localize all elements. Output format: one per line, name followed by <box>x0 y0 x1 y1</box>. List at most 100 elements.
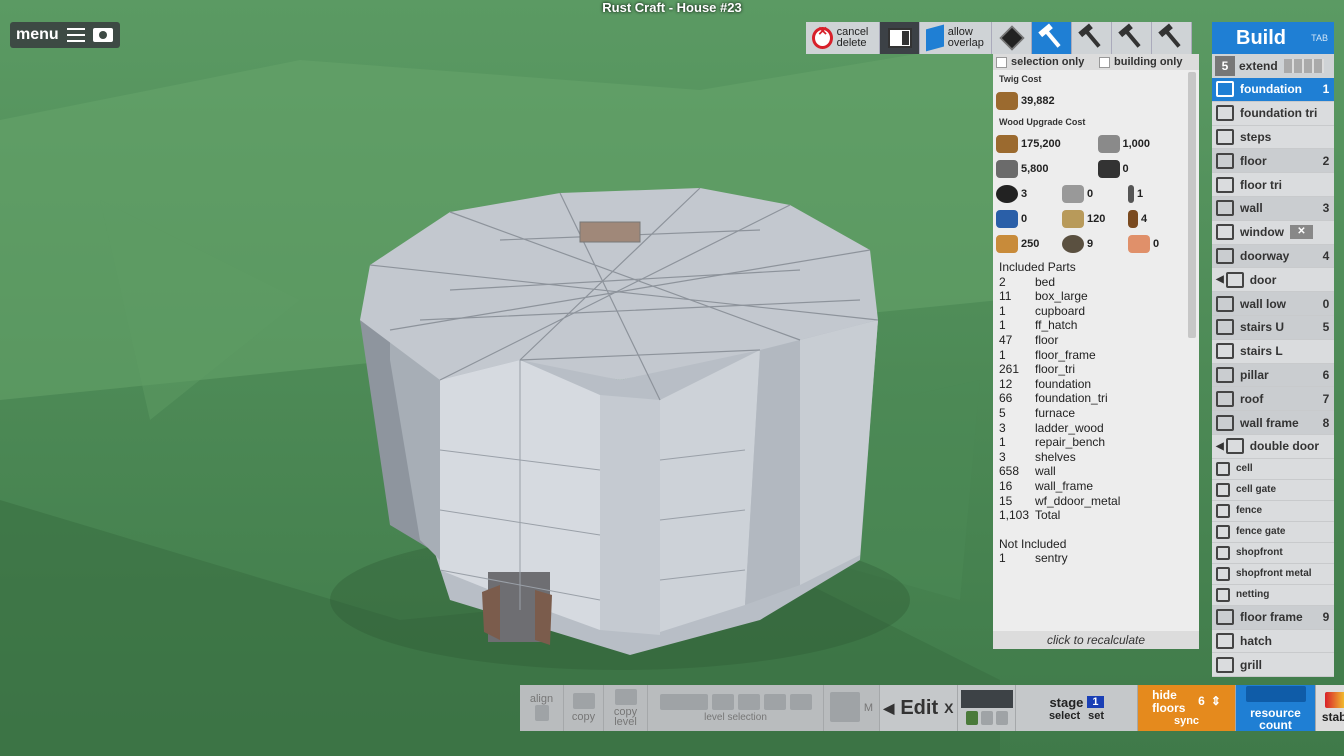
lock-icon[interactable] <box>980 710 993 725</box>
build-item-label: window <box>1240 225 1284 240</box>
cost-scrollbar[interactable] <box>1188 72 1196 338</box>
stage-control[interactable]: stage 1 select set <box>1016 685 1138 731</box>
part-name: wall_frame <box>1035 478 1094 493</box>
build-item-hatch[interactable]: hatch <box>1212 629 1334 654</box>
build-item-netting[interactable]: netting <box>1212 584 1334 606</box>
wall-icon <box>1216 200 1234 217</box>
stability-button[interactable]: stability <box>1316 685 1344 731</box>
part-qty: 66 <box>999 391 1013 406</box>
paint-tool-button[interactable] <box>1152 22 1192 54</box>
cube-outline-icon[interactable] <box>711 693 734 710</box>
cube-outline-icon[interactable] <box>737 693 760 710</box>
level-icon[interactable] <box>659 693 708 710</box>
part-qty: 658 <box>999 464 1020 479</box>
cube-outline-icon[interactable] <box>763 693 786 710</box>
wrench-tool-button[interactable] <box>1112 22 1152 54</box>
build-header[interactable]: Build TAB <box>1212 22 1334 54</box>
build-item-wall-low[interactable]: wall low 0 <box>1212 292 1334 316</box>
build-item-foundation-tri[interactable]: foundation tri <box>1212 101 1334 126</box>
align-button[interactable]: align <box>520 685 564 731</box>
build-item-fence[interactable]: fence <box>1212 500 1334 522</box>
chisel-tool-button[interactable] <box>1072 22 1112 54</box>
not-included-heading: Not Included <box>999 536 1067 551</box>
netting-icon <box>1216 587 1230 602</box>
hide-floors-label: hide floors <box>1152 687 1186 715</box>
wood-icon <box>996 91 1018 110</box>
build-item-floor-tri[interactable]: floor tri <box>1212 173 1334 197</box>
not-included-row: 1 sentry <box>999 551 1199 566</box>
build-item-label: wall low <box>1240 296 1287 311</box>
stairs-l-icon <box>1216 343 1234 360</box>
color-slot[interactable] <box>960 689 1013 708</box>
recalculate-button[interactable]: click to recalculate <box>993 631 1199 649</box>
build-item-label: floor tri <box>1240 177 1282 192</box>
selection-only-toggle[interactable]: selection only <box>993 56 1096 68</box>
extend-arrows-icon[interactable] <box>1283 59 1324 73</box>
build-item-stairs-l[interactable]: stairs L <box>1212 339 1334 364</box>
copy-level-button[interactable]: copy level <box>604 685 648 731</box>
cube-outline-icon[interactable] <box>789 693 812 710</box>
cancel-delete-button[interactable]: cancel delete <box>806 22 880 54</box>
part-row: 1 floor_frame <box>999 348 1199 363</box>
build-item-key: 5 <box>1322 320 1330 335</box>
chevron-left-icon: ◀ <box>883 699 895 716</box>
part-name: foundation <box>1035 376 1092 391</box>
build-item-label: stairs U <box>1240 320 1285 335</box>
stage-number: 1 <box>1087 696 1104 708</box>
part-name: cupboard <box>1035 303 1086 318</box>
build-item-wall[interactable]: wall 3 <box>1212 196 1334 221</box>
copy-button[interactable]: copy <box>564 685 604 731</box>
build-item-roof[interactable]: roof 7 <box>1212 387 1334 412</box>
build-item-double-door[interactable]: ◀ double door <box>1212 434 1334 459</box>
resource-row: 175,200 1,000 <box>993 131 1199 156</box>
edit-close[interactable]: X <box>944 700 953 716</box>
stage-select-button[interactable]: select <box>1049 710 1080 722</box>
view-mode-button[interactable] <box>880 22 920 54</box>
level-selection-label: level selection <box>704 711 767 723</box>
camera-icon[interactable] <box>92 28 113 42</box>
build-title: Build <box>1236 26 1286 49</box>
build-item-shopfront[interactable]: shopfront <box>1212 542 1334 564</box>
material-cube-button[interactable] <box>992 22 1032 54</box>
up-down-arrows-icon[interactable]: ⇕ <box>1211 695 1221 708</box>
color-slot-group[interactable] <box>958 685 1016 731</box>
wrench-icon <box>1122 28 1141 48</box>
build-item-steps[interactable]: steps <box>1212 125 1334 150</box>
part-qty: 1 <box>999 435 1006 450</box>
edit-button[interactable]: ◀ Edit X <box>880 685 958 731</box>
hide-floors-button[interactable]: hide floors 6 ⇕ sync <box>1138 685 1236 731</box>
resource-count-button[interactable]: resource count <box>1236 685 1316 731</box>
build-item-floor-frame[interactable]: floor frame 9 <box>1212 605 1334 630</box>
resource-value: 1 <box>1136 187 1144 200</box>
build-item-floor[interactable]: floor 2 <box>1212 149 1334 174</box>
allow-overlap-button[interactable]: allow overlap <box>920 22 992 54</box>
build-item-pillar[interactable]: pillar 6 <box>1212 363 1334 388</box>
lock-icon[interactable] <box>995 710 1008 725</box>
paint-icon[interactable] <box>965 710 978 725</box>
build-item-stairs-u[interactable]: stairs U 5 <box>1212 315 1334 340</box>
build-item-wall-frame[interactable]: wall frame 8 <box>1212 411 1334 435</box>
window-variant-icon[interactable]: ✕ <box>1290 225 1313 240</box>
build-item-doorway[interactable]: doorway 4 <box>1212 244 1334 269</box>
sync-label[interactable]: sync <box>1174 715 1199 728</box>
build-item-window[interactable]: window ✕ <box>1212 220 1334 245</box>
floor-icon <box>1216 152 1234 169</box>
build-item-foundation[interactable]: foundation 1 <box>1212 78 1334 102</box>
hammer-tool-button[interactable] <box>1032 22 1072 54</box>
stage-set-button[interactable]: set <box>1088 710 1104 722</box>
extend-control[interactable]: 5 extend <box>1212 54 1334 78</box>
build-item-label: foundation <box>1240 82 1302 97</box>
cost-panel: selection only building only Twig Cost 3… <box>993 54 1199 649</box>
build-item-fence-gate[interactable]: fence gate <box>1212 521 1334 543</box>
build-item-cell[interactable]: cell <box>1212 458 1334 480</box>
build-item-shopfront-metal[interactable]: shopfront metal <box>1212 563 1334 585</box>
menu-button[interactable]: menu <box>10 22 120 48</box>
building-only-toggle[interactable]: building only <box>1096 56 1199 68</box>
build-item-label: hatch <box>1240 633 1273 648</box>
resource-value: 1,000 <box>1122 137 1151 150</box>
build-item-grill[interactable]: grill <box>1212 653 1334 678</box>
measure-button[interactable]: M <box>824 685 880 731</box>
level-selection-group[interactable]: level selection <box>648 685 824 731</box>
build-item-cell-gate[interactable]: cell gate <box>1212 479 1334 501</box>
build-item-door[interactable]: ◀ door <box>1212 268 1334 293</box>
